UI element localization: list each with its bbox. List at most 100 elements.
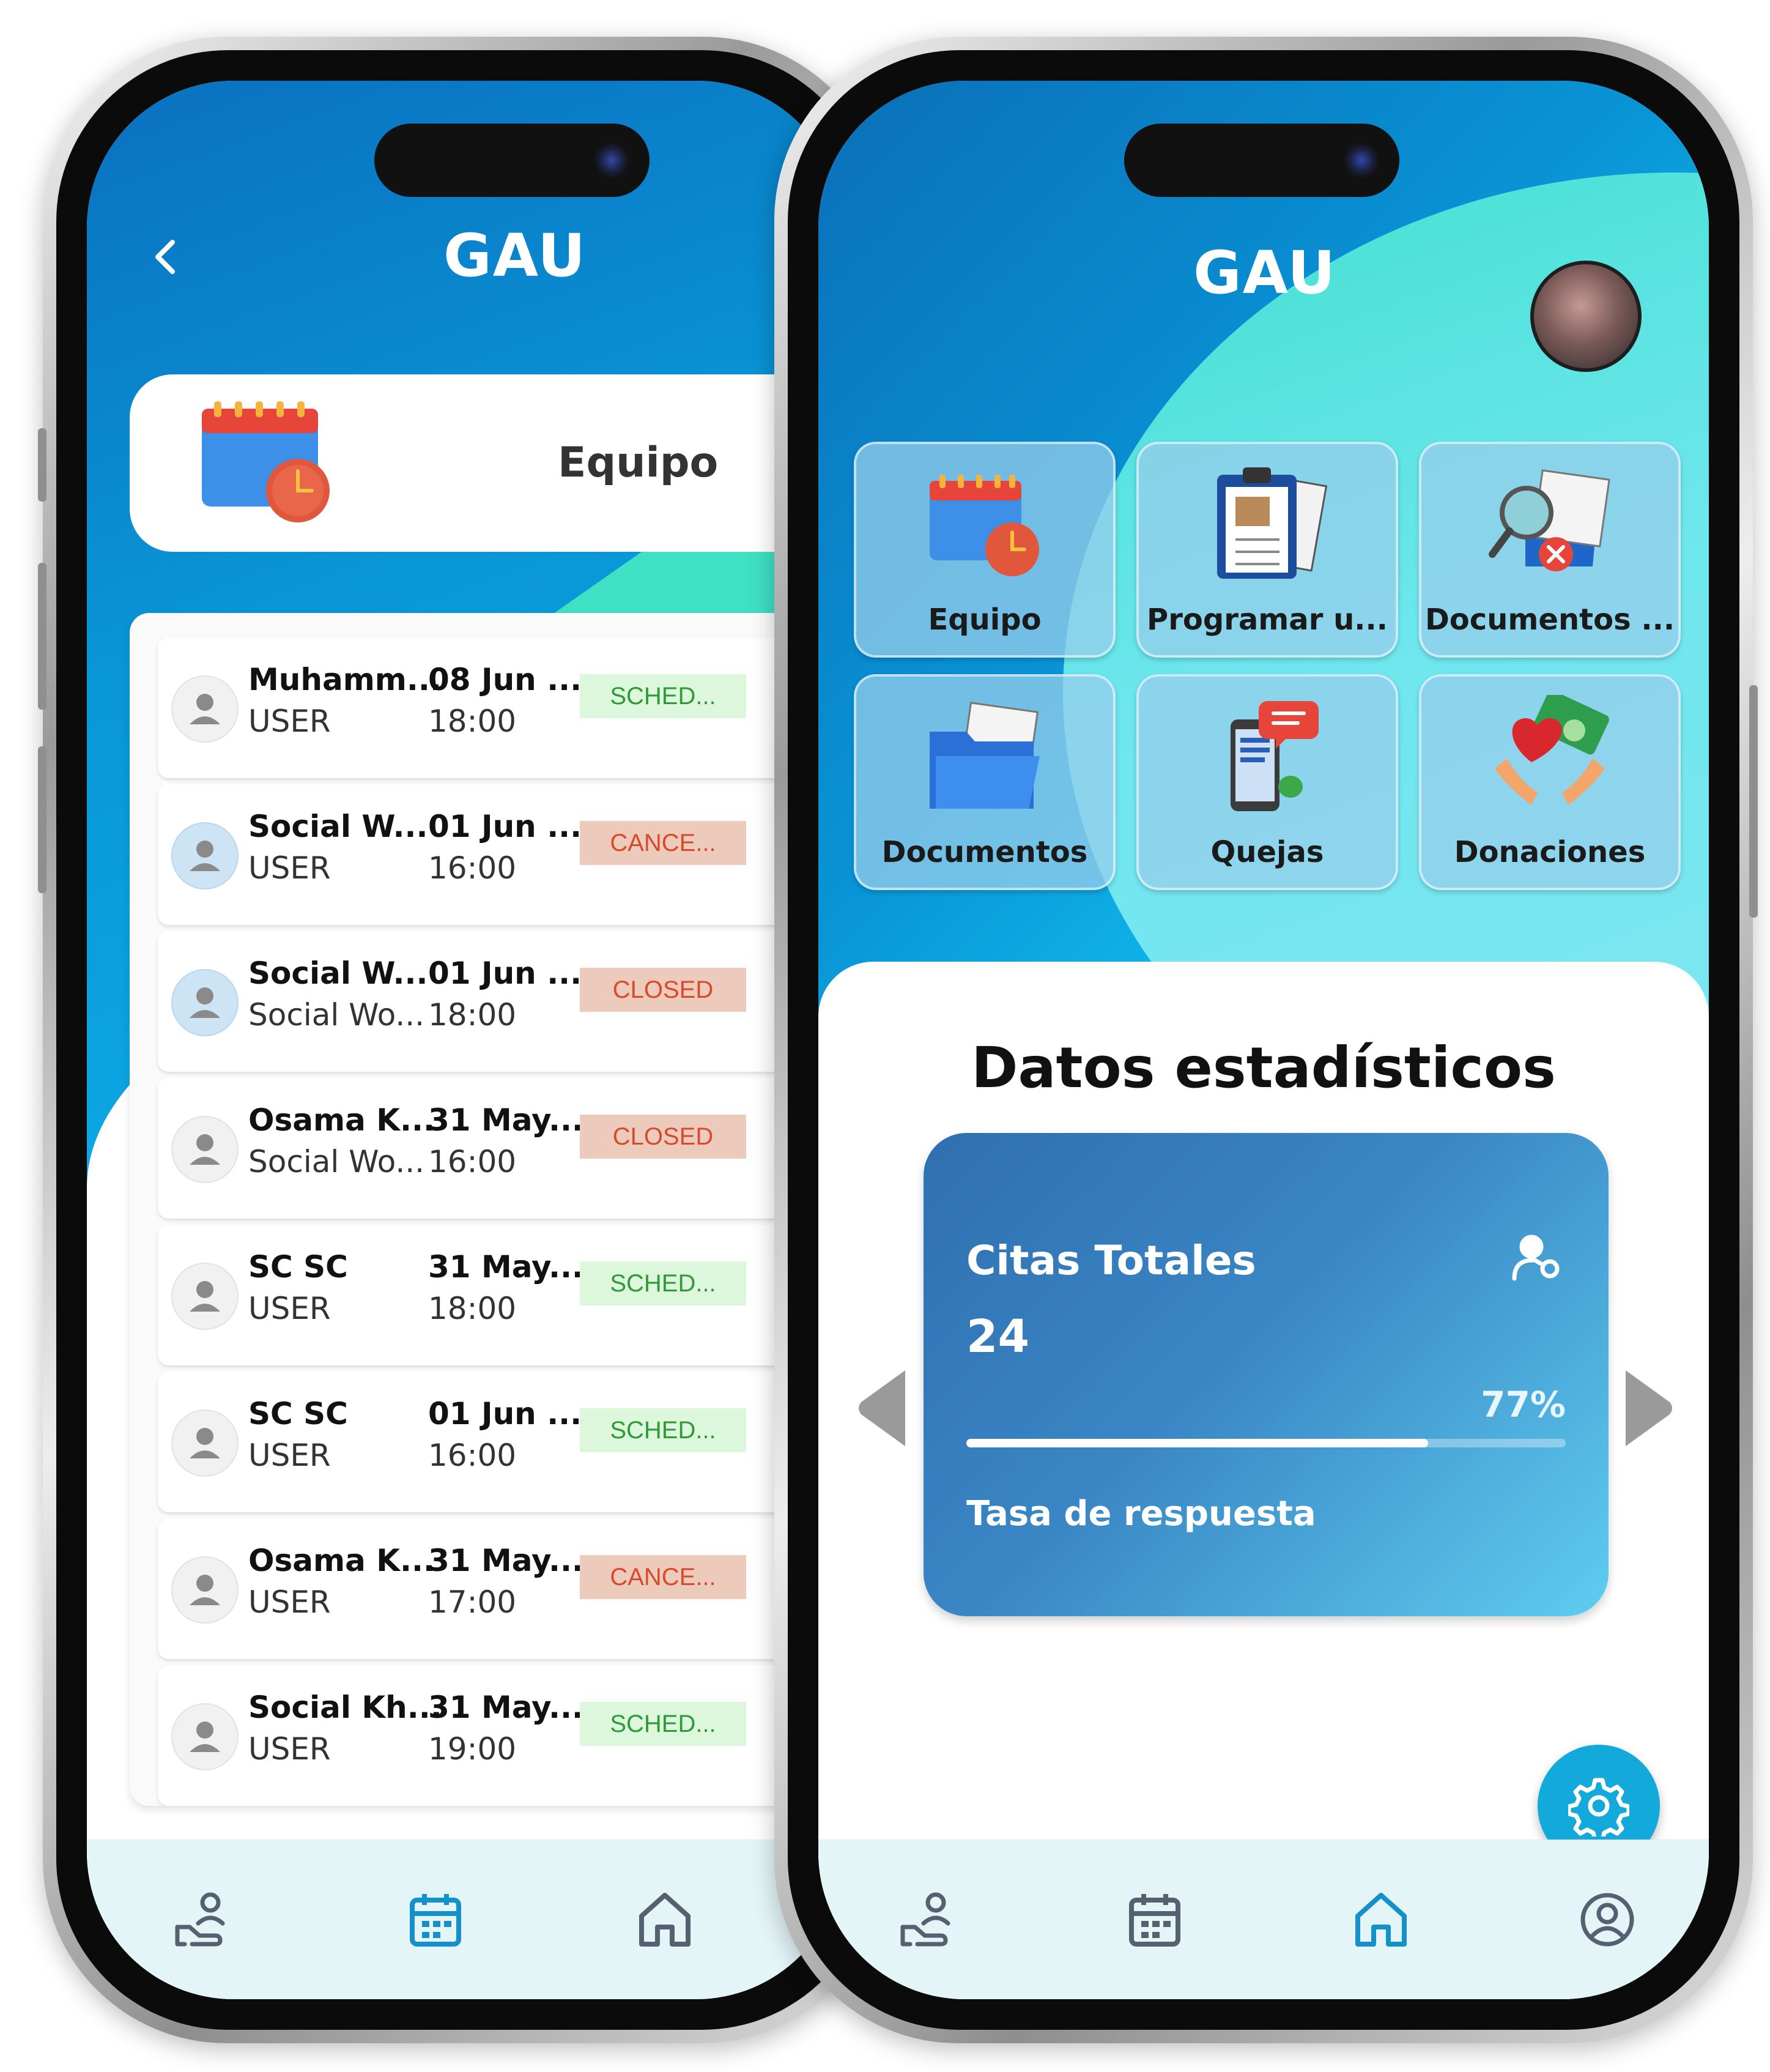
row-name: Osama K... — [248, 1543, 435, 1578]
row-role: Social Wo... — [248, 1144, 425, 1179]
progress-fill — [966, 1439, 1428, 1447]
equipo-card-label: Equipo — [558, 439, 719, 487]
row-role: Social Wo... — [248, 997, 425, 1033]
phone-message-icon — [1231, 701, 1319, 811]
status-badge: SCHED... — [580, 1261, 746, 1305]
donation-hands-icon — [1495, 695, 1610, 805]
row-name: SC SC — [248, 1249, 348, 1285]
nav-profile[interactable] — [1577, 1889, 1638, 1950]
row-date: 31 May... — [428, 1543, 583, 1578]
user-avatar-icon — [171, 1263, 239, 1330]
appointment-row[interactable]: Muhamm... USER 08 Jun ... 18:00 SCHED... — [158, 637, 843, 778]
user-avatar-icon — [171, 1703, 239, 1770]
profile-icon — [1580, 1893, 1634, 1947]
volume-down-button — [38, 746, 46, 893]
row-name: Osama K... — [248, 1102, 435, 1138]
power-button — [1749, 685, 1758, 918]
app-title: GAU — [443, 221, 587, 290]
stat-card: Citas Totales 24 77% Tasa de respuesta — [924, 1133, 1609, 1616]
row-time: 19:00 — [428, 1731, 517, 1767]
stat-card-value: 24 — [966, 1310, 1029, 1363]
right-screen: GAU Equipo Programar u... Documentos ...… — [818, 81, 1709, 1999]
bottom-nav — [87, 1840, 843, 1999]
stats-title: Datos estadísticos — [971, 1035, 1556, 1101]
arrow-right-icon — [1626, 1370, 1672, 1446]
appointment-row[interactable]: Osama K... Social Wo... 31 May... 16:00 CLOS… — [158, 1078, 843, 1219]
appointment-row[interactable]: Social W... Social Wo... 01 Jun ... 18:00 CL… — [158, 931, 843, 1072]
nav-appointments[interactable] — [405, 1889, 466, 1950]
nav-donations[interactable] — [172, 1889, 234, 1950]
row-date: 01 Jun ... — [428, 956, 582, 991]
nav-home[interactable] — [1350, 1889, 1412, 1950]
tile-documentos-search[interactable]: Documentos ... — [1419, 442, 1681, 658]
status-badge: SCHED... — [580, 1408, 746, 1452]
tile-label: Documentos — [881, 835, 1088, 869]
status-badge: CLOSED — [580, 1115, 746, 1159]
tile-label: Donaciones — [1454, 835, 1646, 869]
row-name: Social W... — [248, 956, 428, 991]
row-name: Social Kh... — [248, 1690, 442, 1725]
nav-donations[interactable] — [898, 1889, 959, 1950]
nav-home[interactable] — [634, 1889, 695, 1950]
user-key-icon — [1512, 1235, 1560, 1281]
tile-label: Programar u... — [1147, 603, 1388, 637]
left-phone-frame: GAU Equipo Muhamm... USER 08 Jun ... 18:00 S… — [38, 37, 887, 2043]
user-avatar-icon — [171, 969, 239, 1036]
tile-quejas[interactable]: Quejas — [1136, 674, 1398, 890]
stat-card-subtitle: Tasa de respuesta — [966, 1494, 1316, 1534]
dynamic-island — [1124, 124, 1399, 197]
nav-appointments[interactable] — [1124, 1889, 1185, 1950]
clipboard-icon — [1217, 467, 1328, 579]
appointment-row[interactable]: Social W... USER 01 Jun ... 16:00 CANCE... — [158, 784, 843, 925]
row-time: 18:00 — [428, 1291, 517, 1326]
row-date: 31 May... — [428, 1249, 583, 1285]
user-avatar-icon — [171, 1556, 239, 1624]
tile-label: Equipo — [928, 603, 1042, 637]
row-date: 01 Jun ... — [428, 809, 582, 844]
row-role: USER — [248, 850, 331, 886]
home-icon — [1355, 1893, 1407, 1947]
mute-switch — [38, 428, 46, 502]
tile-label: Documentos ... — [1424, 603, 1675, 637]
calendar-icon — [410, 1894, 461, 1947]
tile-documentos[interactable]: Documentos — [854, 674, 1116, 890]
gear-icon — [1568, 1778, 1629, 1836]
row-name: Social W... — [248, 809, 428, 844]
calendar-clock-icon — [930, 475, 1039, 576]
progress-track — [966, 1439, 1566, 1447]
tile-label: Quejas — [1210, 835, 1324, 869]
status-badge: SCHED... — [580, 674, 746, 718]
document-search-icon — [1489, 469, 1610, 571]
row-time: 17:00 — [428, 1584, 517, 1620]
profile-avatar[interactable] — [1530, 261, 1642, 372]
carousel-prev-button[interactable] — [855, 1365, 910, 1451]
row-time: 16:00 — [428, 850, 517, 886]
appointment-row[interactable]: SC SC USER 31 May... 18:00 SCHED... — [158, 1225, 843, 1365]
right-phone-frame: GAU Equipo Programar u... Documentos ...… — [774, 37, 1758, 2043]
tile-donaciones[interactable]: Donaciones — [1419, 674, 1681, 890]
calendar-clock-icon — [202, 401, 330, 522]
row-time: 16:00 — [428, 1438, 517, 1473]
status-badge: CLOSED — [580, 968, 746, 1012]
row-time: 16:00 — [428, 1144, 517, 1179]
tile-equipo[interactable]: Equipo — [854, 442, 1116, 658]
user-avatar-icon — [171, 822, 239, 889]
status-badge: CANCE... — [580, 821, 746, 865]
status-badge: CANCE... — [580, 1555, 746, 1599]
row-role: USER — [248, 1291, 331, 1326]
appointment-row[interactable]: Social Kh... USER 31 May... 19:00 SCHED... — [158, 1665, 843, 1806]
carousel-next-button[interactable] — [1621, 1365, 1676, 1451]
hand-user-icon — [175, 1892, 225, 1947]
arrow-left-icon — [859, 1370, 905, 1446]
camera-icon — [593, 142, 630, 179]
tile-programar[interactable]: Programar u... — [1136, 442, 1398, 658]
dynamic-island — [374, 124, 650, 197]
appointment-row[interactable]: Osama K... USER 31 May... 17:00 CANCE... — [158, 1518, 843, 1659]
appointment-row[interactable]: SC SC USER 01 Jun ... 16:00 SCHED... — [158, 1372, 843, 1512]
appointment-list: Muhamm... USER 08 Jun ... 18:00 SCHED... Soci… — [130, 613, 843, 1806]
home-icon — [639, 1893, 691, 1947]
status-badge: SCHED... — [580, 1702, 746, 1746]
row-name: SC SC — [248, 1396, 348, 1431]
row-time: 18:00 — [428, 997, 517, 1033]
row-role: USER — [248, 1584, 331, 1620]
